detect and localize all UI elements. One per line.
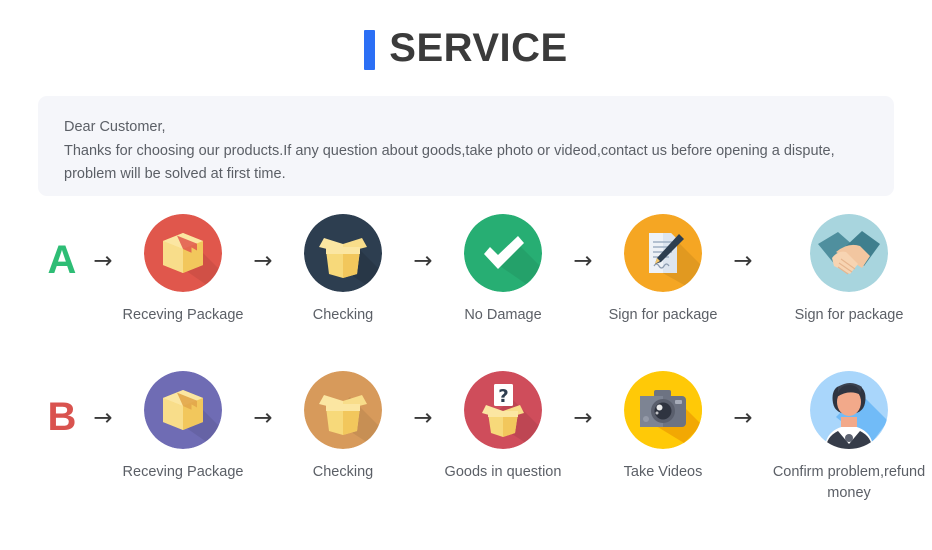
check-mark-icon — [464, 214, 542, 292]
handshake-icon — [810, 214, 888, 292]
flow-step-b-4: Take Videos — [604, 371, 722, 483]
customer-notice-box: Dear Customer, Thanks for choosing our p… — [38, 96, 894, 196]
open-box-icon — [304, 214, 382, 292]
question-box-icon: ? — [464, 371, 542, 449]
flow-step-label: Sign for package — [608, 307, 718, 323]
arrow-icon: → — [413, 405, 433, 431]
flow-step-b-5: Confirm problem,refund money — [764, 371, 932, 504]
flow-step-label: No Damage — [464, 307, 542, 323]
camera-icon — [624, 371, 702, 449]
flow-step-label: Receving Package — [122, 307, 244, 323]
title-accent-bar — [364, 29, 376, 70]
flow-row-a-letter: A — [47, 238, 77, 282]
flow-step-label: Receving Package — [122, 464, 244, 480]
closed-box-icon — [144, 371, 222, 449]
page-title: SERVICE — [389, 26, 568, 70]
flow-step-label: Confirm problem,refund money — [772, 464, 926, 501]
flow-step-label: Goods in question — [444, 464, 562, 480]
arrow-icon: → — [733, 248, 753, 274]
svg-text:?: ? — [498, 386, 508, 407]
flow-step-label: Take Videos — [623, 464, 703, 480]
flow-step-b-3: ? Goods in question — [444, 371, 562, 483]
arrow-icon: → — [573, 405, 593, 431]
flow-step-a-3: No Damage — [444, 214, 562, 326]
arrow-icon: → — [573, 248, 593, 274]
notice-line-2: Thanks for choosing our products.If any … — [64, 142, 835, 159]
notice-line-3: problem will be solved at first time. — [64, 166, 286, 182]
notice-line-1: Dear Customer, — [64, 119, 166, 135]
arrow-icon: → — [253, 405, 273, 431]
flow-row-b-letter: B — [47, 395, 77, 439]
service-flow-diagram: A → Receving Package → Checking → No Dam… — [0, 214, 932, 528]
person-avatar-icon — [810, 371, 888, 449]
flow-step-a-2: Checking — [284, 214, 402, 326]
flow-row-b: B → Receving Package → Checking → ? Good… — [0, 371, 932, 528]
flow-step-a-5: Sign for package — [764, 214, 932, 326]
open-box-icon — [304, 371, 382, 449]
arrow-icon: → — [413, 248, 433, 274]
arrow-icon: → — [253, 248, 273, 274]
flow-step-label: Checking — [312, 464, 374, 480]
page-header: SERVICE — [0, 0, 932, 96]
arrow-icon: → — [93, 405, 113, 431]
flow-step-a-4: Sign for package — [604, 214, 722, 326]
arrow-icon: → — [93, 248, 113, 274]
arrow-icon: → — [733, 405, 753, 431]
flow-step-label: Checking — [312, 307, 374, 323]
flow-step-a-1: Receving Package — [122, 214, 244, 326]
flow-step-label: Sign for package — [794, 307, 904, 323]
flow-step-b-2: Checking — [284, 371, 402, 483]
flow-row-a: A → Receving Package → Checking → No Dam… — [0, 214, 932, 371]
closed-box-icon — [144, 214, 222, 292]
document-pen-icon — [624, 214, 702, 292]
flow-step-b-1: Receving Package — [122, 371, 244, 483]
